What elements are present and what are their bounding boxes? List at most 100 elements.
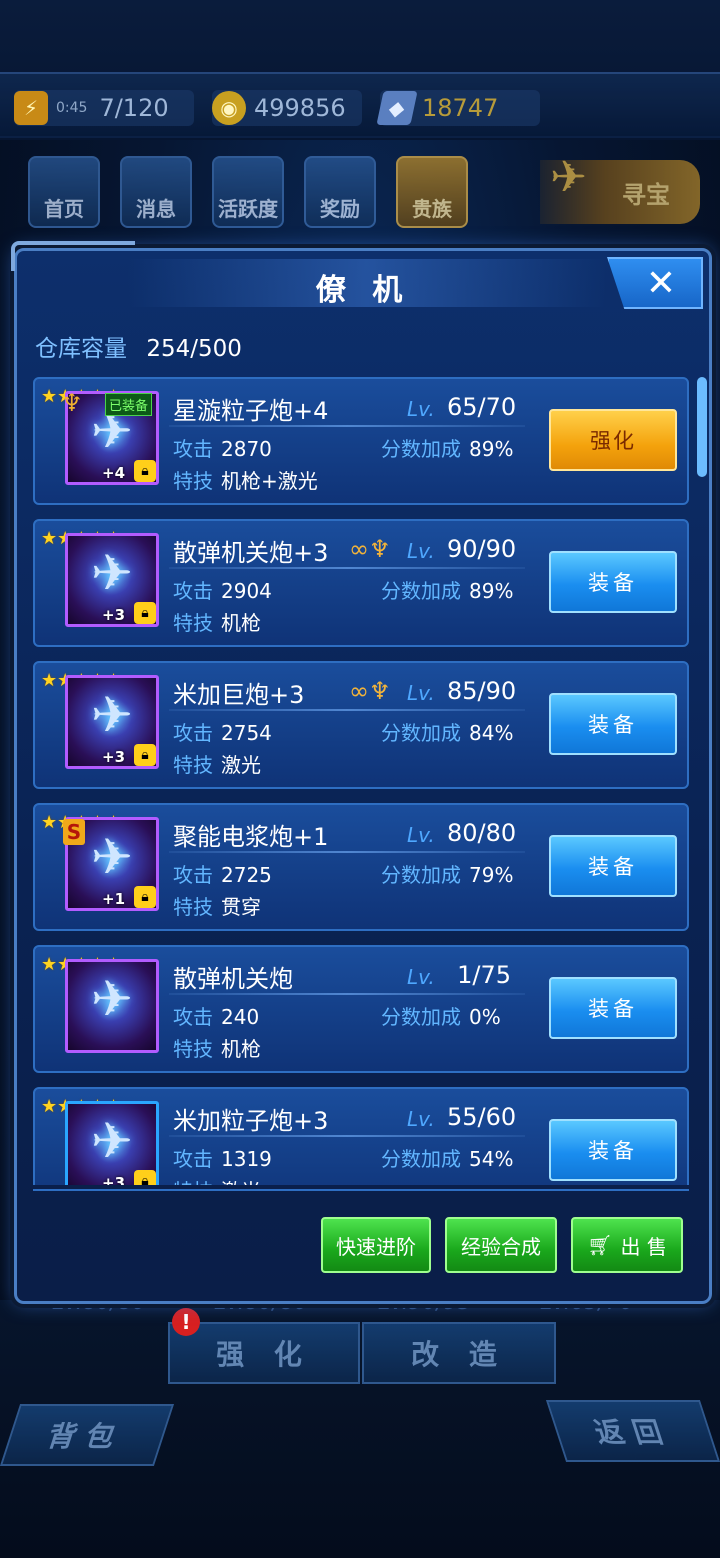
level-label: Lv. <box>407 397 435 421</box>
divider <box>169 1135 525 1137</box>
attack-row: 攻击 2725 <box>173 859 272 888</box>
skill-label: 特技 <box>173 611 213 635</box>
equip-button[interactable]: 装备 <box>549 835 677 897</box>
level-value: 1/75 <box>457 961 511 989</box>
skill-row: 特技 机枪+激光 <box>173 465 318 494</box>
modal-title: 僚 机 <box>315 273 411 308</box>
plus-level: +3 <box>102 748 126 766</box>
bonus-label: 分数加成 <box>381 1005 461 1029</box>
bonus-label: 分数加成 <box>381 863 461 887</box>
energy-counter[interactable]: ⚡ 0:45 7/120 <box>14 90 194 126</box>
level-label: Lv. <box>407 539 435 563</box>
equip-button[interactable]: 装备 <box>549 1119 677 1181</box>
wingman-name: 星漩粒子炮+4 <box>173 397 329 425</box>
skill-value: 机枪 <box>221 1037 261 1061</box>
wingman-thumbnail[interactable]: ✈ <box>65 959 159 1053</box>
back-button[interactable]: 返回 <box>545 1400 720 1462</box>
list-item[interactable]: ★★★★★ ✈ +3 🔒︎ 米加巨炮+3 ∞♆ Lv. 85/90 攻击 2754… <box>33 661 689 789</box>
wingman-thumbnail[interactable]: ✈ +3 🔒︎ <box>65 675 159 769</box>
strengthen-button[interactable]: 强 化 <box>168 1322 360 1384</box>
exp-merge-button[interactable]: 经验合成 <box>445 1217 557 1273</box>
attack-label: 攻击 <box>173 1005 213 1029</box>
main-nav: 首页 消息 活跃度 奖励 贵族 <box>28 156 468 228</box>
attack-label: 攻击 <box>173 863 213 887</box>
divider <box>169 425 525 427</box>
capacity-label: 仓库容量 <box>35 336 127 362</box>
bonus-value: 0% <box>469 1005 501 1029</box>
bonus-value: 54% <box>469 1147 514 1171</box>
list-item[interactable]: ★★★★★ ✈ +3 🔒︎ 散弹机关炮+3 ∞♆ Lv. 90/90 攻击 290… <box>33 519 689 647</box>
bonus-row: 分数加成 89% <box>381 433 513 462</box>
star-rating: ★★★★★ <box>41 955 122 974</box>
equip-button[interactable]: 装备 <box>549 693 677 755</box>
bonus-row: 分数加成 0% <box>381 1001 501 1030</box>
wingman-list[interactable]: ★★★★★ ♆ 已装备 ✈ +4 🔒︎ 星漩粒子炮+4 Lv. 65/70 攻击… <box>33 377 693 1185</box>
equip-button[interactable]: 装备 <box>549 551 677 613</box>
list-item[interactable]: ★★★★★ S ✈ +1 🔒︎ 聚能电浆炮+1 Lv. 80/80 攻击2725… <box>33 803 689 931</box>
skill-label: 特技 <box>173 895 213 919</box>
ship-icon: ✈ <box>91 686 133 744</box>
bonus-value: 89% <box>469 437 514 461</box>
attack-value: 2904 <box>221 579 272 603</box>
divider <box>169 709 525 711</box>
plus-level: +1 <box>102 890 126 908</box>
bonus-row: 分数加成 54% <box>381 1143 513 1172</box>
modify-button[interactable]: 改 造 <box>362 1322 556 1384</box>
jet-icon: ✈ <box>550 152 587 203</box>
gold-counter[interactable]: ◉ 499856 <box>212 90 362 126</box>
skill-row: 特技激光 <box>173 1175 261 1185</box>
skill-row: 特技激光 <box>173 749 261 778</box>
skill-label: 特技 <box>173 469 213 493</box>
skill-value: 激光 <box>221 1179 261 1185</box>
gem-value: 18747 <box>422 94 499 122</box>
list-scrollbar[interactable] <box>697 377 707 477</box>
wingman-name: 散弹机关炮 <box>173 965 293 993</box>
level-label: Lv. <box>407 1107 435 1131</box>
attack-row: 攻击 2904 <box>173 575 272 604</box>
attack-row: 攻击 240 <box>173 1001 259 1030</box>
bonus-label: 分数加成 <box>381 437 461 461</box>
level-value: 85/90 <box>447 677 517 705</box>
skill-value: 激光 <box>221 753 261 777</box>
nav-messages[interactable]: 消息 <box>120 156 192 228</box>
star-rating: ★★★★★ <box>41 1097 122 1116</box>
backpack-button[interactable]: 背包 <box>0 1404 175 1466</box>
attack-value: 240 <box>221 1005 260 1029</box>
quick-advance-button[interactable]: 快速进阶 <box>321 1217 431 1273</box>
list-item[interactable]: ★★★★★ ✈ 散弹机关炮 Lv. 1/75 攻击 240 分数加成 0% 特技机枪… <box>33 945 689 1073</box>
attack-row: 攻击 1319 <box>173 1143 272 1172</box>
list-item[interactable]: ★★★★★ ♆ 已装备 ✈ +4 🔒︎ 星漩粒子炮+4 Lv. 65/70 攻击… <box>33 377 689 505</box>
wingman-name: 米加巨炮+3 <box>173 681 305 709</box>
cart-icon: 🛒︎ <box>587 1233 613 1257</box>
wingman-thumbnail[interactable]: ✈ +3 🔒︎ <box>65 1101 159 1185</box>
gold-coin-plus-icon: ◉ <box>212 91 246 125</box>
attack-label: 攻击 <box>173 721 213 745</box>
gem-counter[interactable]: ◆ 18747 <box>376 90 540 126</box>
sell-label: 出 售 <box>620 1234 667 1259</box>
rank-wings-icon: ♆ <box>61 389 83 417</box>
nav-nobility[interactable]: 贵族 <box>396 156 468 228</box>
lightning-plus-icon: ⚡ <box>14 91 48 125</box>
enhance-button[interactable]: 强化 <box>549 409 677 471</box>
close-icon: ✕ <box>645 262 677 304</box>
attack-row: 攻击 2870 <box>173 433 272 462</box>
nav-rewards[interactable]: 奖励 <box>304 156 376 228</box>
list-item[interactable]: ★★★★★ ✈ +3 🔒︎ 米加粒子炮+3 Lv. 55/60 攻击 1319 分… <box>33 1087 689 1185</box>
treasure-hunt-button[interactable]: ✈ 寻宝 <box>540 152 700 224</box>
bonus-row: 分数加成 89% <box>381 575 513 604</box>
attack-value: 2754 <box>221 721 272 745</box>
lock-icon: 🔒︎ <box>134 460 156 482</box>
gold-value: 499856 <box>254 94 346 122</box>
bonus-value: 84% <box>469 721 514 745</box>
divider <box>169 993 525 995</box>
nav-home[interactable]: 首页 <box>28 156 100 228</box>
skill-row: 特技 机枪 <box>173 1033 261 1062</box>
nav-activity[interactable]: 活跃度 <box>212 156 284 228</box>
equip-button[interactable]: 装备 <box>549 977 677 1039</box>
star-rating: ★★★★★ <box>41 387 122 406</box>
sell-button[interactable]: 🛒︎ 出 售 <box>571 1217 683 1273</box>
notification-badge: ! <box>172 1308 200 1336</box>
lock-icon: 🔒︎ <box>134 1170 156 1185</box>
star-rating: ★★★★★ <box>41 671 122 690</box>
wingman-thumbnail[interactable]: ✈ +3 🔒︎ <box>65 533 159 627</box>
